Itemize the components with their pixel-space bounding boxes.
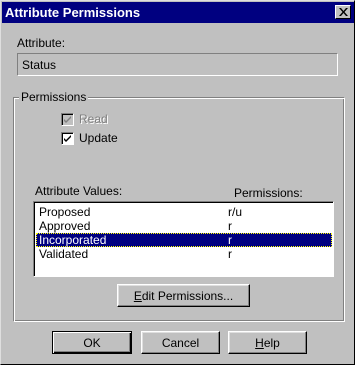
cancel-label: Cancel <box>161 335 200 350</box>
update-checkbox-box[interactable] <box>61 131 74 145</box>
list-item-permission: r <box>228 219 232 233</box>
attribute-values-header: Attribute Values: <box>35 184 123 198</box>
checkmark-icon <box>64 134 71 142</box>
read-checkbox: Read <box>61 112 108 126</box>
attribute-values-list[interactable]: Proposed r/u Approved r Incorporated r V… <box>33 201 334 277</box>
permissions-header: Permissions: <box>234 186 303 200</box>
update-checkbox[interactable]: Update <box>61 131 118 145</box>
list-item-permission: r/u <box>228 205 243 219</box>
help-label: Help <box>255 335 280 350</box>
list-item[interactable]: Proposed r/u <box>36 205 332 219</box>
cancel-button[interactable]: Cancel <box>141 331 220 354</box>
list-item[interactable]: Validated r <box>36 247 332 261</box>
help-button[interactable]: Help <box>228 331 307 354</box>
edit-permissions-button[interactable]: Edit Permissions... <box>117 284 250 307</box>
list-item-value: Validated <box>39 247 89 261</box>
title-bar[interactable]: Attribute Permissions <box>2 2 354 23</box>
list-item-value: Approved <box>39 219 91 233</box>
list-item-selected[interactable]: Incorporated r <box>36 233 332 247</box>
checkmark-icon <box>64 115 71 123</box>
list-item-value: Incorporated <box>39 233 107 247</box>
edit-permissions-label: Edit Permissions... <box>133 288 234 303</box>
attribute-permissions-dialog: Attribute Permissions Attribute: Status … <box>0 0 355 365</box>
ok-button[interactable]: OK <box>52 331 132 354</box>
list-item[interactable]: Approved r <box>36 219 332 233</box>
close-icon <box>338 8 348 16</box>
update-checkbox-label: Update <box>79 131 118 145</box>
read-checkbox-box <box>61 112 74 126</box>
list-item-value: Proposed <box>39 205 91 219</box>
close-button[interactable] <box>335 5 351 19</box>
window-title: Attribute Permissions <box>5 5 141 20</box>
list-item-permission: r <box>228 247 232 261</box>
attribute-field: Status <box>17 53 338 76</box>
attribute-label: Attribute: <box>17 36 66 50</box>
permissions-legend: Permissions <box>19 90 89 104</box>
ok-label: OK <box>83 335 101 350</box>
attribute-value: Status <box>22 58 57 72</box>
read-checkbox-label: Read <box>79 112 108 126</box>
list-item-permission: r <box>228 233 232 247</box>
